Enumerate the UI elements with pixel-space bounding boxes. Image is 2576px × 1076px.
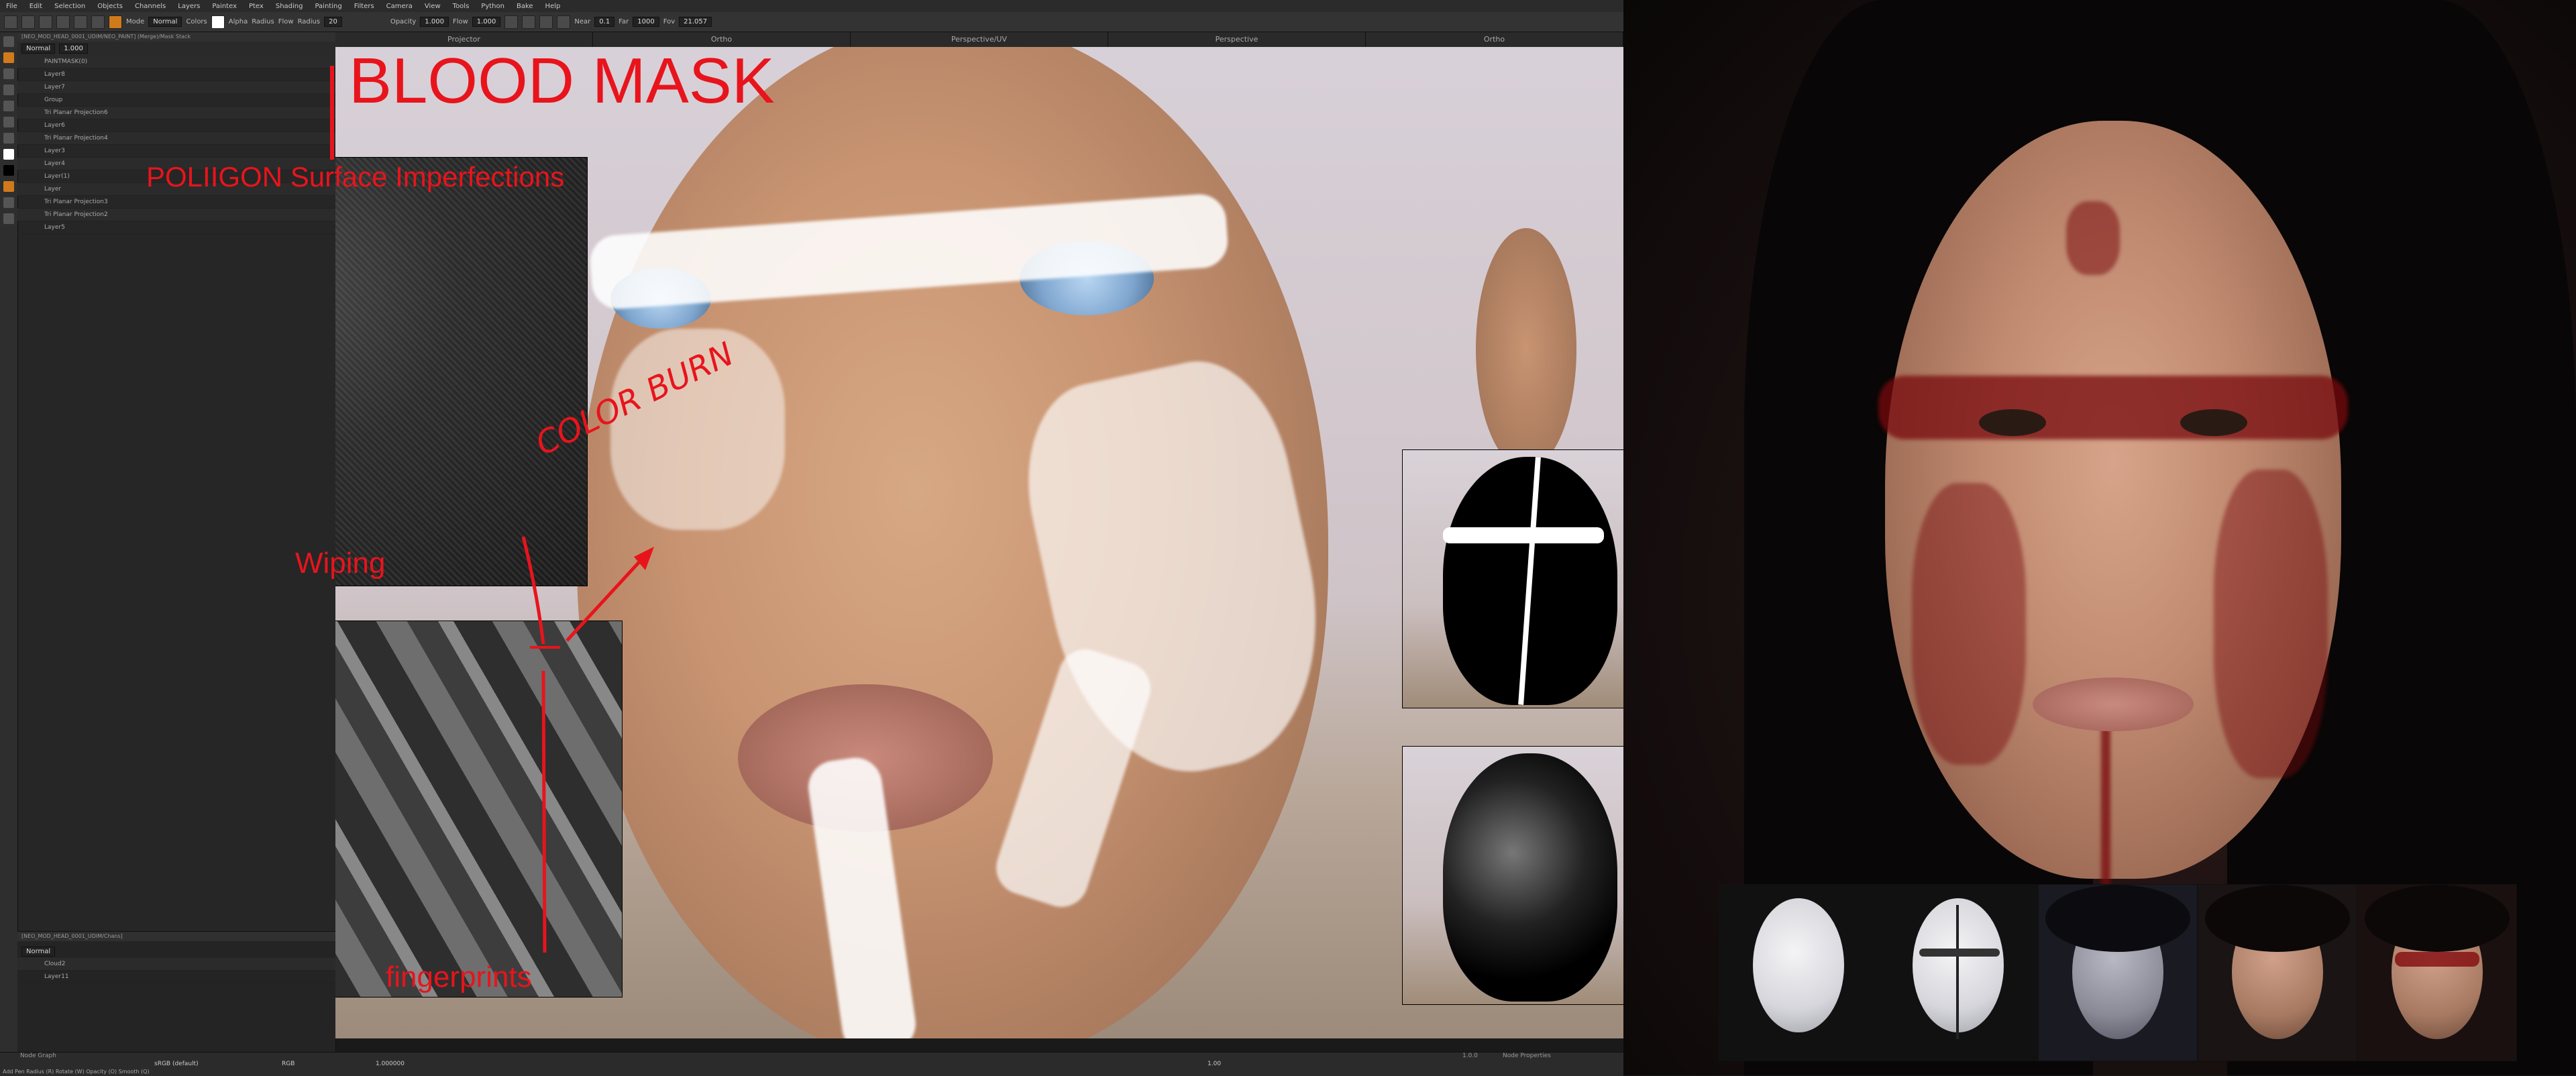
woman-eye-left [1979, 409, 2046, 436]
progress-thumb-3 [2038, 884, 2198, 1061]
version-text: 1.0.0 [1462, 1053, 1478, 1059]
blood-forehead [2066, 201, 2120, 275]
progress-thumb-1 [1719, 884, 1878, 1061]
node-properties-tab[interactable]: Node Properties [1503, 1053, 1551, 1059]
final-render-photo [1623, 0, 2576, 1075]
annotation-arrows [521, 536, 654, 953]
blood-right-cheek [2214, 470, 2328, 778]
blood-left-cheek [1912, 483, 2026, 765]
woman-eye-right [2180, 409, 2247, 436]
woman-lips [2033, 678, 2194, 731]
value2-field[interactable]: 1.00 [1208, 1061, 1221, 1067]
progress-thumb-5 [2357, 884, 2517, 1061]
progress-thumb-4 [2198, 884, 2357, 1061]
colorspace-select[interactable]: sRGB (default) [154, 1061, 199, 1067]
channel-select[interactable]: RGB [282, 1061, 294, 1067]
node-graph-tab[interactable]: Node Graph [20, 1053, 56, 1059]
blood-chin-line [2101, 724, 2110, 885]
value1-field[interactable]: 1.000000 [376, 1061, 405, 1067]
shortcut-hints: Add Pen Radius (R) Rotate (W) Opacity (O… [3, 1069, 150, 1075]
progress-thumb-2 [1878, 884, 2038, 1061]
status-bar: Node Graph Node Properties 1.0.0 sRGB (d… [0, 1052, 1623, 1076]
blood-eye-band [1878, 376, 2348, 439]
